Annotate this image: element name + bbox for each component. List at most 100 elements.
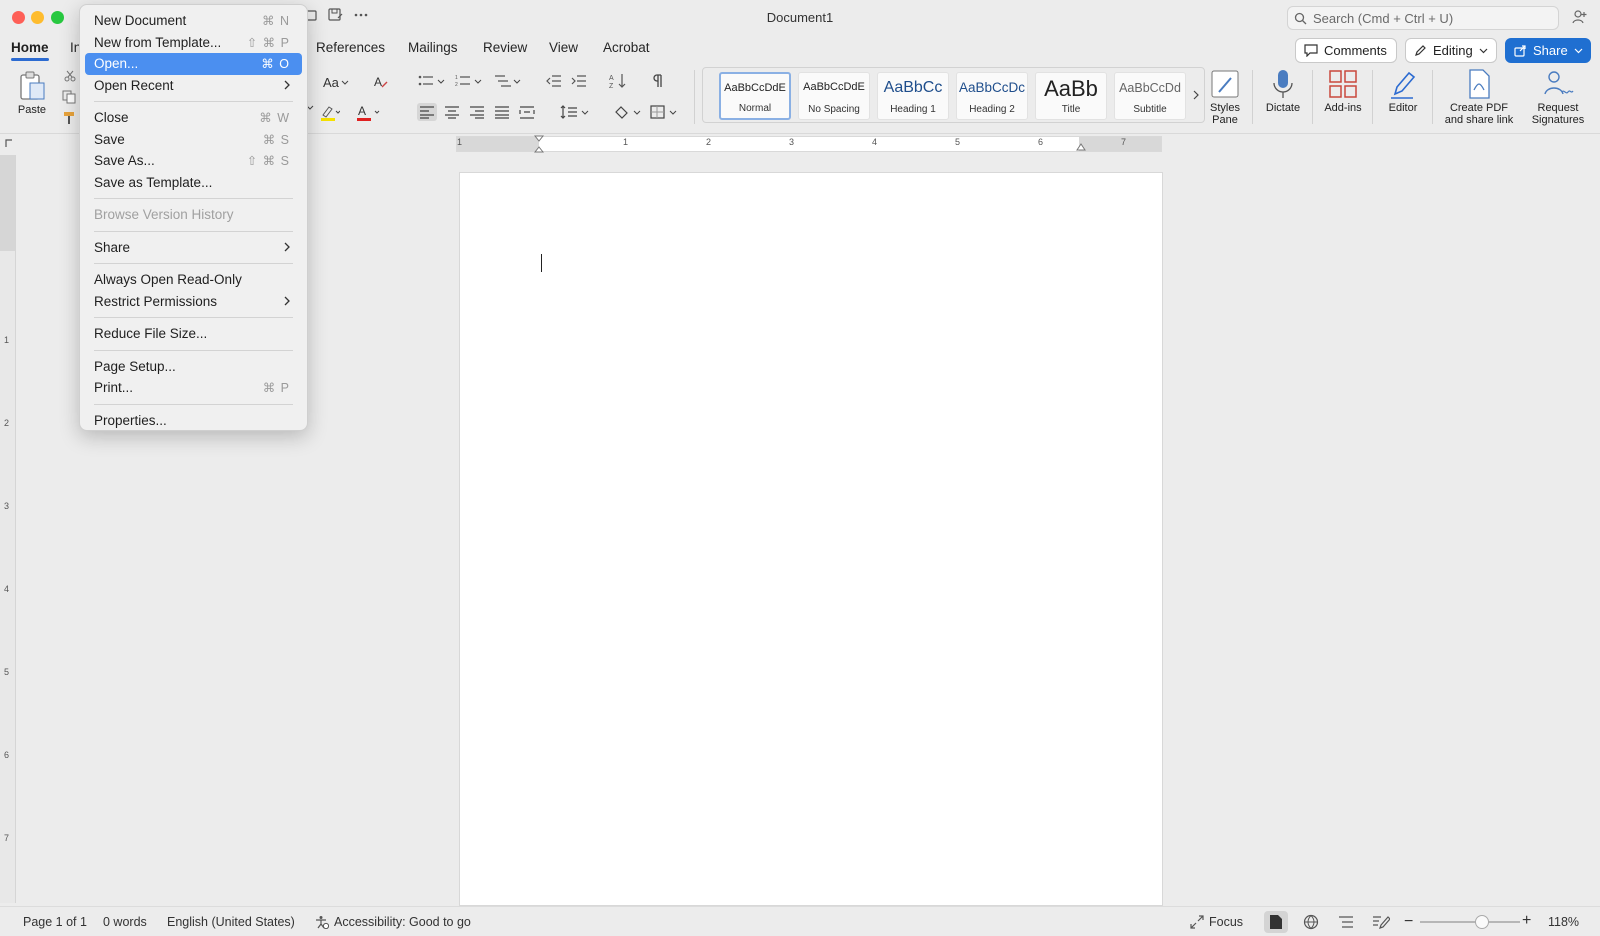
create-pdf-label: Create PDF and share link	[1444, 102, 1514, 126]
line-spacing-icon[interactable]	[560, 105, 590, 119]
document-page[interactable]	[459, 172, 1163, 906]
zoom-slider-thumb[interactable]	[1475, 915, 1489, 929]
print-layout-icon[interactable]	[1264, 911, 1288, 933]
copy-icon[interactable]	[62, 90, 76, 104]
outline-view-icon[interactable]	[1338, 915, 1354, 929]
add-ins-button[interactable]: Add-ins	[1320, 68, 1366, 114]
align-right-icon[interactable]	[469, 105, 485, 119]
share-account-icon[interactable]	[1572, 9, 1588, 25]
menu-item-always-open-read-only[interactable]: Always Open Read-Only	[85, 269, 302, 291]
horizontal-ruler[interactable]: 1 1 2 3 4 5 6 7	[456, 135, 1162, 153]
menu-item-open-recent[interactable]: Open Recent	[85, 75, 302, 97]
comments-label: Comments	[1324, 43, 1387, 58]
menu-item-restrict-permissions[interactable]: Restrict Permissions	[85, 291, 302, 313]
ribbon-separator	[694, 70, 695, 124]
indent-marker-icon[interactable]	[534, 135, 544, 153]
tab-home[interactable]: Home	[11, 40, 49, 61]
style-heading-2[interactable]: AaBbCcDc Heading 2	[956, 72, 1028, 120]
menu-item-label: Share	[94, 239, 131, 255]
menu-item-close[interactable]: Close ⌘ W	[85, 107, 302, 129]
vertical-ruler[interactable]: 1 2 3 4 5 6 7	[0, 155, 16, 903]
menu-separator	[94, 198, 293, 199]
style-normal[interactable]: AaBbCcDdE Normal	[719, 72, 791, 120]
menu-item-label: New Document	[94, 13, 187, 29]
change-case-button[interactable]: Aa	[323, 75, 349, 90]
zoom-slider-track[interactable]	[1420, 915, 1520, 929]
bullets-icon[interactable]	[418, 74, 448, 88]
align-center-icon[interactable]	[444, 105, 460, 119]
submenu-chevron-icon	[284, 80, 290, 90]
submenu-chevron-icon	[284, 296, 290, 306]
menu-item-save-as[interactable]: Save As... ⇧ ⌘ S	[85, 150, 302, 172]
style-name: Heading 2	[969, 104, 1015, 115]
tab-mailings[interactable]: Mailings	[408, 40, 458, 55]
draft-view-icon[interactable]	[1372, 914, 1390, 930]
style-heading-1[interactable]: AaBbCc Heading 1	[877, 72, 949, 120]
menu-item-save[interactable]: Save ⌘ S	[85, 129, 302, 151]
style-title[interactable]: AaBb Title	[1035, 72, 1107, 120]
ruler-number: 2	[4, 418, 10, 428]
menu-item-new-from-template[interactable]: New from Template... ⇧ ⌘ P	[85, 32, 302, 54]
distributed-icon[interactable]	[519, 105, 535, 119]
accessibility-status[interactable]: Accessibility: Good to go	[315, 915, 471, 929]
editing-mode-button[interactable]: Editing	[1405, 38, 1497, 63]
style-name: Heading 1	[890, 104, 936, 115]
clear-formatting-icon[interactable]: A	[373, 74, 389, 90]
menu-item-reduce-file-size[interactable]: Reduce File Size...	[85, 323, 302, 345]
comments-button[interactable]: Comments	[1295, 38, 1397, 63]
request-signatures-button[interactable]: Request Signatures	[1522, 68, 1594, 126]
menu-item-label: Save	[94, 131, 125, 147]
focus-button[interactable]: Focus	[1190, 915, 1243, 929]
menu-item-properties[interactable]: Properties...	[85, 410, 302, 432]
increase-indent-icon[interactable]	[571, 74, 587, 88]
page-count[interactable]: Page 1 of 1	[23, 915, 87, 929]
tab-review[interactable]: Review	[483, 40, 527, 55]
right-indent-marker-icon[interactable]	[1076, 141, 1086, 151]
web-layout-icon[interactable]	[1303, 914, 1319, 930]
tab-view[interactable]: View	[549, 40, 578, 55]
editor-button[interactable]: Editor	[1382, 68, 1424, 114]
tab-references[interactable]: References	[316, 40, 385, 55]
style-subtitle[interactable]: AaBbCcDd Subtitle	[1114, 72, 1186, 120]
chevron-right-icon[interactable]	[1193, 90, 1199, 100]
numbering-icon[interactable]: 12	[455, 74, 485, 88]
search-field[interactable]: Search (Cmd + Ctrl + U)	[1287, 6, 1559, 30]
menu-item-save-as-template[interactable]: Save as Template...	[85, 172, 302, 194]
shading-icon[interactable]	[614, 105, 642, 119]
tab-stop-icon[interactable]	[4, 138, 14, 148]
paste-label: Paste	[17, 104, 47, 116]
cut-icon[interactable]	[64, 70, 76, 82]
highlighter-icon[interactable]	[320, 104, 340, 122]
format-painter-icon[interactable]	[62, 111, 76, 125]
dictate-button[interactable]: Dictate	[1262, 68, 1304, 114]
menu-item-open[interactable]: Open... ⌘ O	[85, 53, 302, 75]
menu-shortcut: ⌘ O	[261, 57, 290, 72]
menu-item-new-document[interactable]: New Document ⌘ N	[85, 10, 302, 32]
font-color-icon[interactable]: A	[357, 104, 381, 122]
multilevel-list-icon[interactable]	[494, 74, 524, 88]
menu-separator	[94, 349, 293, 351]
show-formatting-icon[interactable]	[652, 74, 664, 88]
tab-acrobat[interactable]: Acrobat	[603, 40, 650, 55]
align-left-icon[interactable]	[417, 103, 437, 121]
paste-button[interactable]: Paste	[14, 70, 50, 116]
menu-item-share[interactable]: Share	[85, 237, 302, 259]
ruler-number: 5	[955, 137, 961, 147]
zoom-out-button[interactable]: −	[1404, 913, 1413, 931]
borders-icon[interactable]	[650, 105, 680, 119]
style-preview: AaBbCcDdE	[724, 82, 786, 94]
menu-item-print[interactable]: Print... ⌘ P	[85, 377, 302, 399]
styles-pane-button[interactable]: Styles Pane	[1206, 68, 1244, 126]
justify-icon[interactable]	[494, 105, 510, 119]
language-status[interactable]: English (United States)	[167, 915, 295, 929]
decrease-indent-icon[interactable]	[546, 74, 562, 88]
style-no-spacing[interactable]: AaBbCcDdE No Spacing	[798, 72, 870, 120]
sort-icon[interactable]: AZ	[609, 73, 627, 89]
share-button[interactable]: Share	[1505, 38, 1591, 63]
word-count[interactable]: 0 words	[103, 915, 147, 929]
menu-item-page-setup[interactable]: Page Setup...	[85, 356, 302, 378]
create-pdf-button[interactable]: Create PDF and share link	[1438, 68, 1520, 126]
add-ins-label: Add-ins	[1324, 102, 1362, 114]
zoom-in-button[interactable]: +	[1522, 912, 1531, 930]
zoom-level[interactable]: 118%	[1548, 915, 1579, 929]
